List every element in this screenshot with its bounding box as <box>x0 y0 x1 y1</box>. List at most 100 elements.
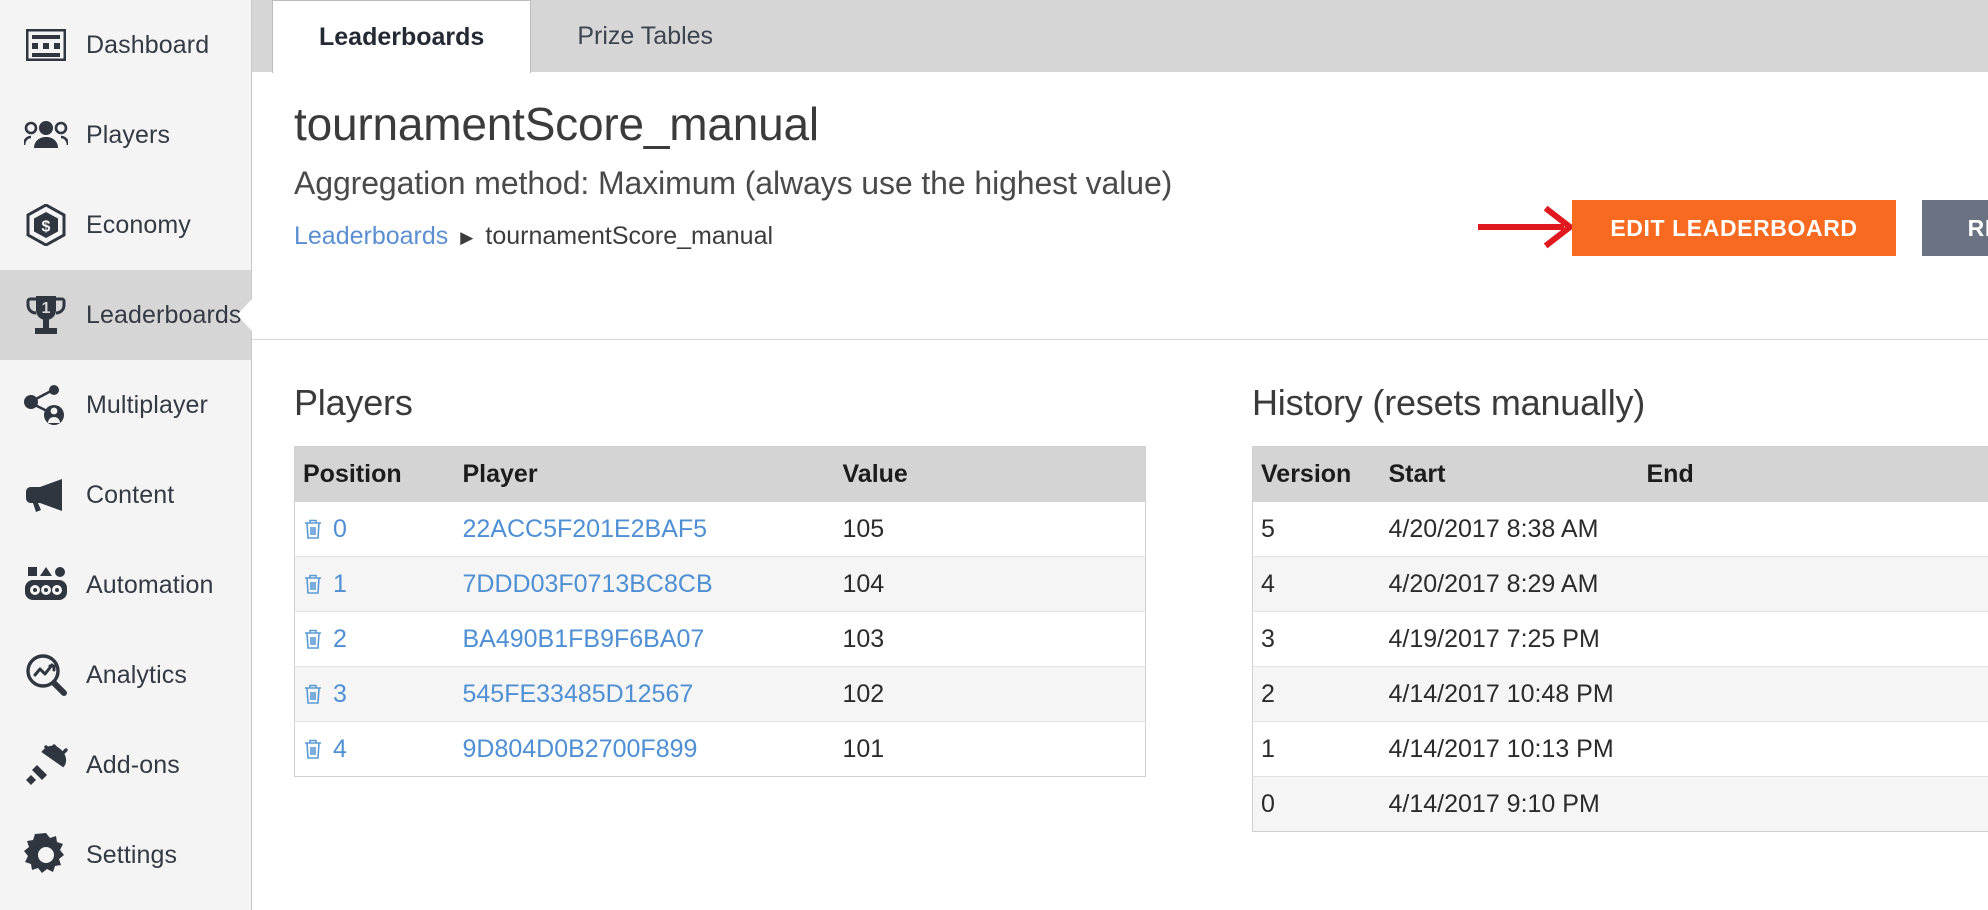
cell-player: 545FE33485D12567 <box>454 666 835 722</box>
column-header-version: Version <box>1252 446 1381 502</box>
players-header-row: Position Player Value <box>294 446 1146 502</box>
cell-start: 4/20/2017 8:38 AM <box>1388 515 1599 543</box>
cell-archive <box>1889 502 1988 557</box>
automation-icon <box>18 564 74 606</box>
cell-version: 1 <box>1252 721 1381 777</box>
player-link[interactable]: 22ACC5F201E2BAF5 <box>463 515 708 543</box>
players-panel-title: Players <box>294 382 413 423</box>
edit-leaderboard-button[interactable]: EDIT LEADERBOARD <box>1572 200 1896 256</box>
active-indicator-caret <box>237 299 252 331</box>
table-row: 0 22ACC5F201E2BAF5 105 <box>294 502 1146 557</box>
column-header-position: Position <box>294 446 455 502</box>
table-row: 3 545FE33485D12567 102 <box>294 666 1146 722</box>
column-header-start: Start <box>1380 446 1639 502</box>
trash-icon[interactable] <box>303 738 323 760</box>
history-table: Version Start End Archive log 5 4/20/201… <box>1252 446 1988 832</box>
cell-position: 0 <box>295 502 455 557</box>
sidebar-item-label: Economy <box>86 210 191 239</box>
players-table-head: Position Player Value <box>294 446 1146 502</box>
sidebar-item-label: Content <box>86 480 175 509</box>
players-table-body: 0 22ACC5F201E2BAF5 105 1 7DDD03F0713BC8C… <box>294 502 1146 777</box>
cell-start: 4/14/2017 10:48 PM <box>1380 666 1639 722</box>
cell-position: 3 <box>294 666 455 722</box>
position-value: 4 <box>333 735 347 763</box>
column-header-value: Value <box>834 446 1146 502</box>
sidebar-item-content[interactable]: Content <box>0 450 251 540</box>
cell-value: 104 <box>834 556 1146 612</box>
position-value: 2 <box>333 625 347 653</box>
column-header-player: Player <box>454 446 835 502</box>
sidebar-item-economy[interactable]: $ Economy <box>0 180 251 270</box>
tab-prize-tables[interactable]: Prize Tables <box>531 0 759 72</box>
cell-archive: Download <box>1888 611 1988 667</box>
app-root: Dashboard Players $ Economy 1 Leaderboar… <box>0 0 1988 910</box>
cell-end <box>1638 721 1889 777</box>
history-table-head: Version Start End Archive log <box>1252 446 1988 502</box>
sidebar-item-label: Automation <box>86 570 214 599</box>
page-title: tournamentScore_manual <box>294 98 819 150</box>
trash-icon[interactable] <box>303 683 323 705</box>
table-row: 5 4/20/2017 8:38 AM <box>1252 502 1988 557</box>
analytics-icon <box>18 653 74 697</box>
reset-now-button[interactable]: RESET NOW <box>1922 200 1988 256</box>
player-link[interactable]: BA490B1FB9F6BA07 <box>463 625 705 653</box>
cell-player: 9D804D0B2700F899 <box>454 721 835 777</box>
column-header-end: End <box>1638 446 1889 502</box>
sidebar-item-dashboard[interactable]: Dashboard <box>0 0 251 90</box>
cell-value: 101 <box>834 721 1146 777</box>
sidebar-item-label: Dashboard <box>86 30 210 59</box>
sidebar-item-label: Add-ons <box>86 750 180 779</box>
cell-version: 5 <box>1261 515 1275 543</box>
trash-icon[interactable] <box>303 628 323 650</box>
cell-value: 105 <box>842 515 885 543</box>
sidebar-item-automation[interactable]: Automation <box>0 540 251 630</box>
table-row: 2 BA490B1FB9F6BA07 103 <box>294 611 1146 667</box>
players-panel: Players Position Player Value 0 22ACC5F2… <box>294 382 1146 832</box>
cell-player: 7DDD03F0713BC8CB <box>454 556 835 612</box>
cell-position: 2 <box>294 611 455 667</box>
cell-version: 3 <box>1252 611 1381 667</box>
megaphone-icon <box>18 477 74 513</box>
cell-end <box>1638 776 1889 832</box>
trash-icon[interactable] <box>303 518 323 540</box>
player-link[interactable]: 545FE33485D12567 <box>463 680 694 708</box>
content-area: tournamentScore_manual Aggregation metho… <box>252 72 1988 910</box>
player-link[interactable]: 9D804D0B2700F899 <box>463 735 698 763</box>
breadcrumb-current: tournamentScore_manual <box>485 221 774 250</box>
dashboard-icon <box>18 29 74 61</box>
sidebar-item-label: Leaderboards <box>86 300 242 329</box>
sidebar-item-players[interactable]: Players <box>0 90 251 180</box>
sidebar-item-leaderboards[interactable]: 1 Leaderboards <box>0 270 252 360</box>
cell-value: 103 <box>834 611 1146 667</box>
sidebar-item-analytics[interactable]: Analytics <box>0 630 251 720</box>
table-row: 0 4/14/2017 9:10 PM Download <box>1252 776 1988 832</box>
players-icon <box>18 120 74 150</box>
sidebar-item-add-ons[interactable]: Add-ons <box>0 720 251 810</box>
svg-text:$: $ <box>42 219 51 236</box>
cell-version: 2 <box>1252 666 1381 722</box>
tab-label: Leaderboards <box>319 22 485 51</box>
cell-archive: Download <box>1888 556 1988 612</box>
cell-archive: Download <box>1888 776 1988 832</box>
sidebar-item-settings[interactable]: Settings <box>0 810 251 900</box>
tab-leaderboards[interactable]: Leaderboards <box>272 0 532 73</box>
tab-label: Prize Tables <box>577 21 714 50</box>
cell-end <box>1638 666 1889 722</box>
trophy-icon: 1 <box>18 293 74 337</box>
table-row: 1 4/14/2017 10:13 PM Download <box>1252 721 1988 777</box>
cell-end <box>1639 502 1889 557</box>
position-value: 0 <box>333 515 347 543</box>
history-panel: History (resets manually) Version Start … <box>1252 382 1988 832</box>
cell-position: 1 <box>294 556 455 612</box>
cell-value: 102 <box>834 666 1146 722</box>
breadcrumb-link-leaderboards[interactable]: Leaderboards <box>294 222 448 251</box>
trash-icon[interactable] <box>303 573 323 595</box>
main-area: Leaderboards Prize Tables tournamentScor… <box>252 0 1988 910</box>
sidebar-item-multiplayer[interactable]: Multiplayer <box>0 360 251 450</box>
player-link[interactable]: 7DDD03F0713BC8CB <box>463 570 713 598</box>
position-value: 3 <box>333 680 347 708</box>
multiplayer-icon <box>18 384 74 426</box>
cell-start: 4/20/2017 8:29 AM <box>1380 556 1639 612</box>
tab-bar: Leaderboards Prize Tables <box>252 0 1988 73</box>
cell-version: 4 <box>1252 556 1381 612</box>
